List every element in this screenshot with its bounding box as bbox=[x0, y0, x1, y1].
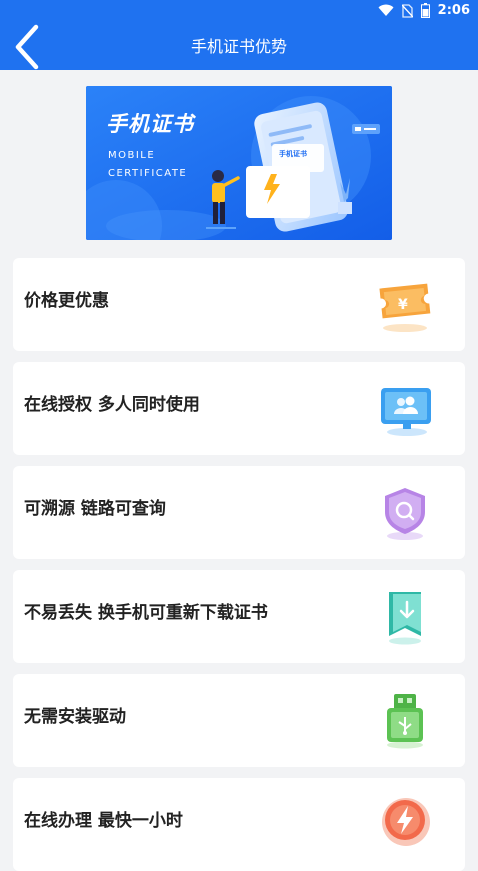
advantage-card-fast-processing: 在线办理 最快一小时 bbox=[13, 778, 465, 871]
top-nav-bar: 手机证书优势 bbox=[0, 24, 478, 70]
advantage-label: 无需安装驱动 bbox=[24, 707, 126, 727]
banner-image: 手机证书 MOBILE CERTIFICATE 手机证书 bbox=[86, 86, 392, 240]
advantage-label: 不易丢失 换手机可重新下载证书 bbox=[24, 603, 268, 623]
advantage-card-redownload: 不易丢失 换手机可重新下载证书 bbox=[13, 570, 465, 663]
advantage-card-no-driver: 无需安装驱动 bbox=[13, 674, 465, 767]
wifi-icon bbox=[378, 4, 394, 16]
multi-user-screen-icon bbox=[381, 388, 431, 436]
search-shield-icon bbox=[385, 488, 425, 540]
advantage-label: 可溯源 链路可查询 bbox=[24, 499, 166, 519]
banner-title: 手机证书 bbox=[106, 112, 194, 136]
banner-phone-label: 手机证书 bbox=[279, 150, 307, 158]
status-time: 2:06 bbox=[437, 3, 470, 18]
lightning-badge-icon bbox=[382, 798, 430, 846]
advantage-label: 在线授权 多人同时使用 bbox=[24, 395, 200, 415]
page-title: 手机证书优势 bbox=[190, 37, 287, 56]
download-bookmark-icon bbox=[389, 592, 421, 645]
yuan-ticket-icon: ¥ bbox=[379, 283, 431, 332]
battery-icon bbox=[420, 3, 430, 18]
advantage-card-price: 价格更优惠 ¥ bbox=[13, 258, 465, 351]
banner-subtitle-line2: CERTIFICATE bbox=[108, 168, 188, 179]
advantage-card-authorization: 在线授权 多人同时使用 bbox=[13, 362, 465, 455]
advantage-label: 价格更优惠 bbox=[24, 291, 109, 311]
advantage-card-traceable: 可溯源 链路可查询 bbox=[13, 466, 465, 559]
banner-subtitle-line1: MOBILE bbox=[108, 150, 156, 161]
svg-text:¥: ¥ bbox=[398, 297, 408, 313]
usb-drive-icon bbox=[387, 694, 423, 749]
advantage-label: 在线办理 最快一小时 bbox=[24, 811, 183, 831]
status-bar: 2:06 bbox=[0, 0, 478, 24]
no-sim-icon bbox=[401, 3, 413, 18]
